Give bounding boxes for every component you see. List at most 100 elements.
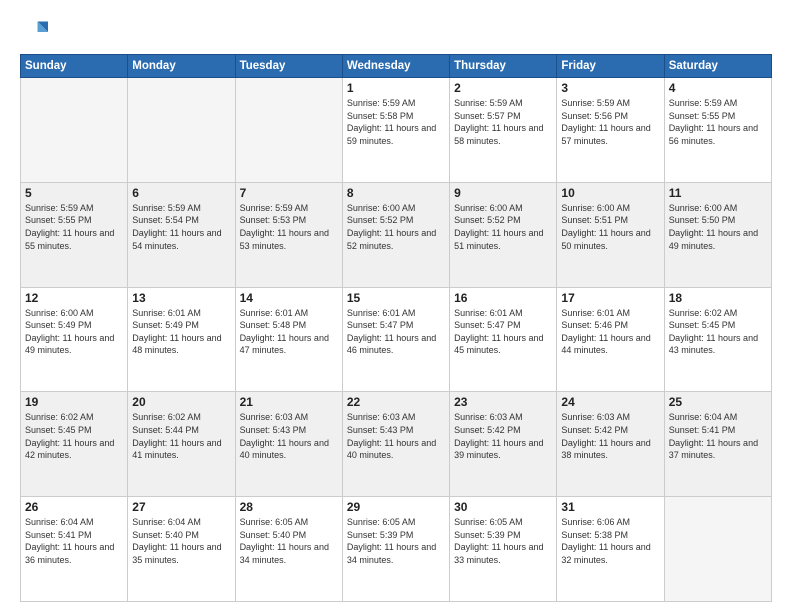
day-number: 29 <box>347 500 445 514</box>
calendar-cell: 15Sunrise: 6:01 AM Sunset: 5:47 PM Dayli… <box>342 287 449 392</box>
calendar-cell: 20Sunrise: 6:02 AM Sunset: 5:44 PM Dayli… <box>128 392 235 497</box>
day-number: 25 <box>669 395 767 409</box>
cell-info: Sunrise: 6:00 AM Sunset: 5:52 PM Dayligh… <box>347 202 445 252</box>
calendar-cell: 13 Sunrise: 6:01 AM Sunset: 5:49 PM Dayli… <box>128 287 235 392</box>
calendar-week-5: 26 Sunrise: 6:04 AM Sunset: 5:41 PM Dayli… <box>21 497 772 602</box>
cell-info: Sunrise: 6:03 AM Sunset: 5:42 PM Dayligh… <box>454 411 552 461</box>
cell-info: Sunrise: 6:00 AM Sunset: 5:51 PM Dayligh… <box>561 202 659 252</box>
calendar-cell: 29 Sunrise: 6:05 AM Sunset: 5:39 PM Dayli… <box>342 497 449 602</box>
cell-info: Sunrise: 6:04 AM Sunset: 5:40 PM Dayligh… <box>132 516 230 566</box>
day-number: 8 <box>347 186 445 200</box>
cell-info: Sunrise: 6:04 AM Sunset: 5:41 PM Dayligh… <box>669 411 767 461</box>
calendar-cell: 16 Sunrise: 6:01 AM Sunset: 5:47 PM Dayli… <box>450 287 557 392</box>
calendar-week-3: 12 Sunrise: 6:00 AM Sunset: 5:49 PM Dayli… <box>21 287 772 392</box>
day-number: 1 <box>347 81 445 95</box>
cell-info: Sunrise: 5:59 AM Sunset: 5:55 PM Dayligh… <box>25 202 123 252</box>
day-number: 5 <box>25 186 123 200</box>
cell-info: Sunrise: 5:59 AM Sunset: 5:54 PM Dayligh… <box>132 202 230 252</box>
calendar-table: SundayMondayTuesdayWednesdayThursdayFrid… <box>20 54 772 602</box>
cell-info: Sunrise: 6:03 AM Sunset: 5:43 PM Dayligh… <box>240 411 338 461</box>
calendar-cell: 18Sunrise: 6:02 AM Sunset: 5:45 PM Dayli… <box>664 287 771 392</box>
calendar-cell: 27Sunrise: 6:04 AM Sunset: 5:40 PM Dayli… <box>128 497 235 602</box>
weekday-header-row: SundayMondayTuesdayWednesdayThursdayFrid… <box>21 55 772 78</box>
calendar-cell: 5 Sunrise: 5:59 AM Sunset: 5:55 PM Daylig… <box>21 182 128 287</box>
cell-info: Sunrise: 6:02 AM Sunset: 5:45 PM Dayligh… <box>669 307 767 357</box>
weekday-header-monday: Monday <box>128 55 235 78</box>
cell-info: Sunrise: 6:00 AM Sunset: 5:49 PM Dayligh… <box>25 307 123 357</box>
cell-info: Sunrise: 5:59 AM Sunset: 5:58 PM Dayligh… <box>347 97 445 147</box>
calendar-cell: 28 Sunrise: 6:05 AM Sunset: 5:40 PM Dayli… <box>235 497 342 602</box>
weekday-header-thursday: Thursday <box>450 55 557 78</box>
cell-info: Sunrise: 6:05 AM Sunset: 5:39 PM Dayligh… <box>454 516 552 566</box>
cell-info: Sunrise: 6:06 AM Sunset: 5:38 PM Dayligh… <box>561 516 659 566</box>
cell-info: Sunrise: 6:02 AM Sunset: 5:44 PM Dayligh… <box>132 411 230 461</box>
weekday-header-saturday: Saturday <box>664 55 771 78</box>
calendar-cell: 7 Sunrise: 5:59 AM Sunset: 5:53 PM Daylig… <box>235 182 342 287</box>
calendar-cell: 19 Sunrise: 6:02 AM Sunset: 5:45 PM Dayli… <box>21 392 128 497</box>
cell-info: Sunrise: 6:04 AM Sunset: 5:41 PM Dayligh… <box>25 516 123 566</box>
weekday-header-tuesday: Tuesday <box>235 55 342 78</box>
day-number: 9 <box>454 186 552 200</box>
calendar-cell: 8 Sunrise: 6:00 AM Sunset: 5:52 PM Daylig… <box>342 182 449 287</box>
header <box>20 18 772 46</box>
day-number: 4 <box>669 81 767 95</box>
day-number: 22 <box>347 395 445 409</box>
day-number: 14 <box>240 291 338 305</box>
calendar-cell: 12 Sunrise: 6:00 AM Sunset: 5:49 PM Dayli… <box>21 287 128 392</box>
cell-info: Sunrise: 6:01 AM Sunset: 5:48 PM Dayligh… <box>240 307 338 357</box>
day-number: 7 <box>240 186 338 200</box>
day-number: 11 <box>669 186 767 200</box>
calendar-cell: 21 Sunrise: 6:03 AM Sunset: 5:43 PM Dayli… <box>235 392 342 497</box>
day-number: 28 <box>240 500 338 514</box>
calendar-week-2: 5 Sunrise: 5:59 AM Sunset: 5:55 PM Daylig… <box>21 182 772 287</box>
calendar-cell: 24 Sunrise: 6:03 AM Sunset: 5:42 PM Dayli… <box>557 392 664 497</box>
calendar-cell <box>664 497 771 602</box>
weekday-header-wednesday: Wednesday <box>342 55 449 78</box>
calendar-cell <box>235 78 342 183</box>
day-number: 17 <box>561 291 659 305</box>
calendar-cell: 17 Sunrise: 6:01 AM Sunset: 5:46 PM Dayli… <box>557 287 664 392</box>
calendar-cell: 26 Sunrise: 6:04 AM Sunset: 5:41 PM Dayli… <box>21 497 128 602</box>
day-number: 21 <box>240 395 338 409</box>
calendar-cell: 14 Sunrise: 6:01 AM Sunset: 5:48 PM Dayli… <box>235 287 342 392</box>
day-number: 13 <box>132 291 230 305</box>
calendar-cell: 25 Sunrise: 6:04 AM Sunset: 5:41 PM Dayli… <box>664 392 771 497</box>
cell-info: Sunrise: 5:59 AM Sunset: 5:57 PM Dayligh… <box>454 97 552 147</box>
cell-info: Sunrise: 6:01 AM Sunset: 5:49 PM Dayligh… <box>132 307 230 357</box>
day-number: 23 <box>454 395 552 409</box>
cell-info: Sunrise: 6:05 AM Sunset: 5:40 PM Dayligh… <box>240 516 338 566</box>
day-number: 3 <box>561 81 659 95</box>
calendar-cell: 9 Sunrise: 6:00 AM Sunset: 5:52 PM Daylig… <box>450 182 557 287</box>
cell-info: Sunrise: 6:00 AM Sunset: 5:52 PM Dayligh… <box>454 202 552 252</box>
cell-info: Sunrise: 6:01 AM Sunset: 5:47 PM Dayligh… <box>347 307 445 357</box>
page: SundayMondayTuesdayWednesdayThursdayFrid… <box>0 0 792 612</box>
calendar-cell: 4 Sunrise: 5:59 AM Sunset: 5:55 PM Daylig… <box>664 78 771 183</box>
day-number: 6 <box>132 186 230 200</box>
calendar-cell: 6 Sunrise: 5:59 AM Sunset: 5:54 PM Daylig… <box>128 182 235 287</box>
day-number: 12 <box>25 291 123 305</box>
day-number: 16 <box>454 291 552 305</box>
logo <box>20 18 52 46</box>
day-number: 19 <box>25 395 123 409</box>
cell-info: Sunrise: 5:59 AM Sunset: 5:53 PM Dayligh… <box>240 202 338 252</box>
calendar-cell: 2Sunrise: 5:59 AM Sunset: 5:57 PM Daylig… <box>450 78 557 183</box>
day-number: 10 <box>561 186 659 200</box>
cell-info: Sunrise: 5:59 AM Sunset: 5:56 PM Dayligh… <box>561 97 659 147</box>
day-number: 24 <box>561 395 659 409</box>
cell-info: Sunrise: 6:01 AM Sunset: 5:46 PM Dayligh… <box>561 307 659 357</box>
weekday-header-friday: Friday <box>557 55 664 78</box>
weekday-header-sunday: Sunday <box>21 55 128 78</box>
calendar-cell <box>21 78 128 183</box>
cell-info: Sunrise: 5:59 AM Sunset: 5:55 PM Dayligh… <box>669 97 767 147</box>
cell-info: Sunrise: 6:03 AM Sunset: 5:42 PM Dayligh… <box>561 411 659 461</box>
calendar-cell: 1 Sunrise: 5:59 AM Sunset: 5:58 PM Daylig… <box>342 78 449 183</box>
calendar-cell: 11Sunrise: 6:00 AM Sunset: 5:50 PM Dayli… <box>664 182 771 287</box>
cell-info: Sunrise: 6:05 AM Sunset: 5:39 PM Dayligh… <box>347 516 445 566</box>
cell-info: Sunrise: 6:02 AM Sunset: 5:45 PM Dayligh… <box>25 411 123 461</box>
day-number: 26 <box>25 500 123 514</box>
calendar-cell: 31Sunrise: 6:06 AM Sunset: 5:38 PM Dayli… <box>557 497 664 602</box>
cell-info: Sunrise: 6:01 AM Sunset: 5:47 PM Dayligh… <box>454 307 552 357</box>
day-number: 30 <box>454 500 552 514</box>
calendar-cell: 3 Sunrise: 5:59 AM Sunset: 5:56 PM Daylig… <box>557 78 664 183</box>
cell-info: Sunrise: 6:03 AM Sunset: 5:43 PM Dayligh… <box>347 411 445 461</box>
